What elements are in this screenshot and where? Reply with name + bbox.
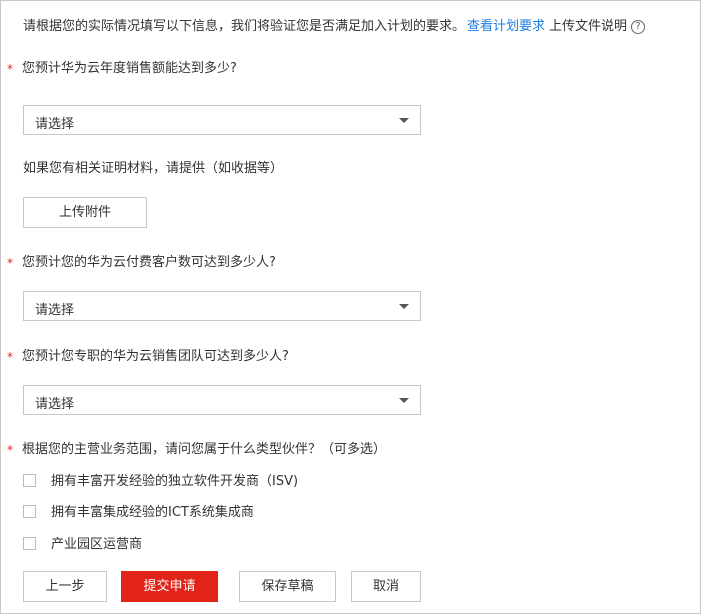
evidence-hint: 如果您有相关证明材料，请提供（如收据等） (23, 161, 284, 176)
select-value: 请选择 (35, 397, 75, 412)
required-mark: * (7, 350, 13, 364)
help-icon[interactable]: ? (631, 20, 646, 34)
partner-type-option-park[interactable]: 产业园区运营商 (23, 533, 142, 552)
question-paying-customers: * 您预计您的华为云付费客户数可达到多少人? (7, 251, 276, 270)
partner-type-option-isv[interactable]: 拥有丰富开发经验的独立软件开发商（ISV) (23, 470, 298, 489)
checkbox[interactable] (23, 505, 36, 518)
option-label: 拥有丰富开发经验的独立软件开发商（ISV) (51, 474, 299, 489)
previous-step-button[interactable]: 上一步 (23, 571, 107, 602)
application-form: 请根据您的实际情况填写以下信息，我们将验证您是否满足加入计划的要求。 查看计划要求… (0, 0, 701, 614)
chevron-down-icon (399, 398, 409, 403)
intro-line: 请根据您的实际情况填写以下信息，我们将验证您是否满足加入计划的要求。 查看计划要求… (23, 15, 646, 34)
chevron-down-icon (399, 118, 409, 123)
view-requirements-link[interactable]: 查看计划要求 (467, 19, 545, 34)
chevron-down-icon (399, 304, 409, 309)
upload-file-instructions[interactable]: 上传文件说明 (549, 19, 627, 34)
partner-type-option-ict[interactable]: 拥有丰富集成经验的ICT系统集成商 (23, 501, 254, 520)
question-annual-sales: * 您预计华为云年度销售额能达到多少? (7, 57, 237, 76)
checkbox[interactable] (23, 537, 36, 550)
annual-sales-select[interactable]: 请选择 (23, 105, 421, 135)
paying-customers-select[interactable]: 请选择 (23, 291, 421, 321)
cancel-button[interactable]: 取消 (351, 571, 421, 602)
question-label: 根据您的主营业务范围，请问您属于什么类型伙伴？（可多选） (22, 442, 387, 457)
select-value: 请选择 (35, 117, 75, 132)
required-mark: * (7, 62, 13, 76)
question-label: 您预计您专职的华为云销售团队可达到多少人? (22, 349, 289, 364)
save-draft-button[interactable]: 保存草稿 (239, 571, 336, 602)
question-partner-type: * 根据您的主营业务范围，请问您属于什么类型伙伴？（可多选） (7, 438, 386, 457)
intro-text: 请根据您的实际情况填写以下信息，我们将验证您是否满足加入计划的要求。 (23, 19, 466, 34)
checkbox[interactable] (23, 474, 36, 487)
question-sales-team: * 您预计您专职的华为云销售团队可达到多少人? (7, 345, 289, 364)
required-mark: * (7, 256, 13, 270)
question-label: 您预计华为云年度销售额能达到多少? (22, 61, 237, 76)
option-label: 产业园区运营商 (51, 537, 143, 552)
upload-attachment-button[interactable]: 上传附件 (23, 197, 147, 228)
required-mark: * (7, 443, 13, 457)
select-value: 请选择 (35, 303, 75, 318)
submit-application-button[interactable]: 提交申请 (121, 571, 218, 602)
option-label: 拥有丰富集成经验的ICT系统集成商 (51, 505, 254, 520)
question-label: 您预计您的华为云付费客户数可达到多少人? (22, 255, 276, 270)
sales-team-select[interactable]: 请选择 (23, 385, 421, 415)
